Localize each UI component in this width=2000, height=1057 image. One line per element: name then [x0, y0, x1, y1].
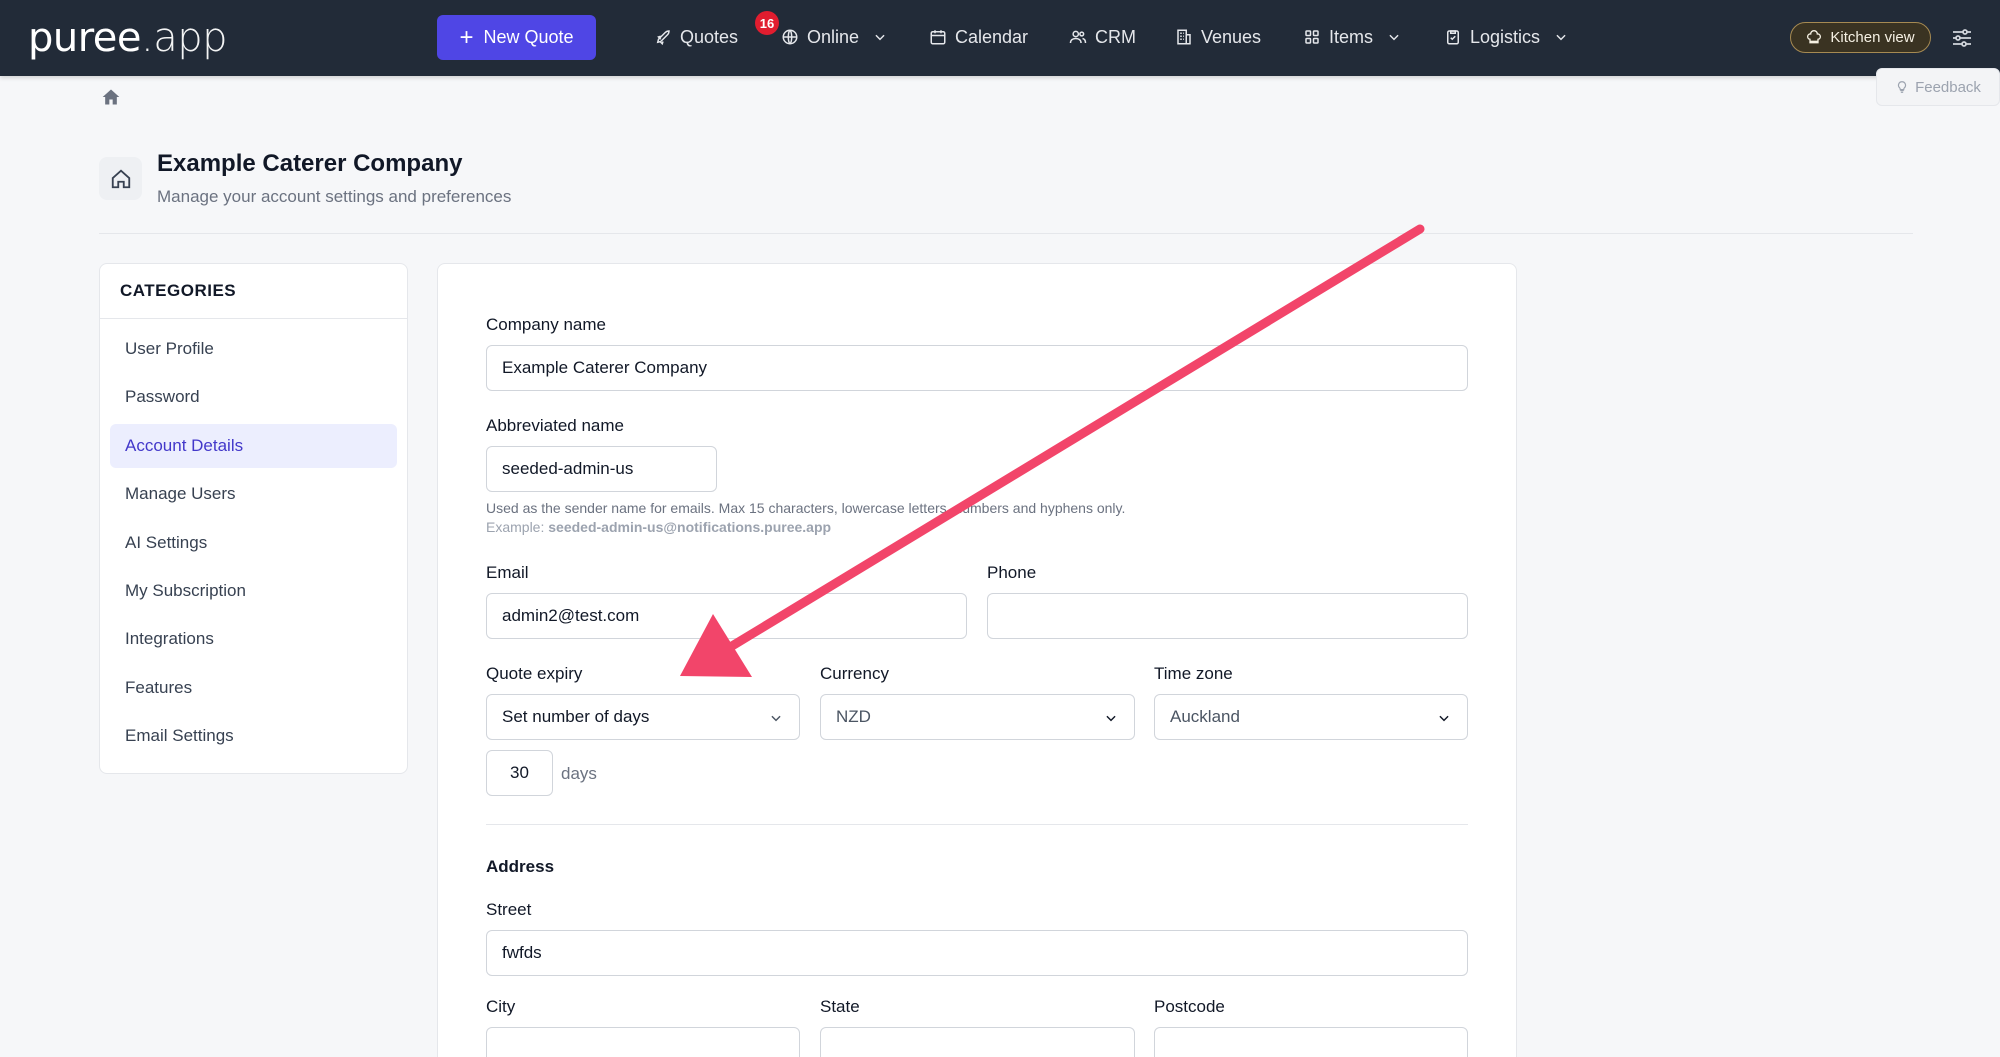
building-icon	[1177, 29, 1191, 45]
quote-expiry-select[interactable]: Set number of days	[486, 694, 800, 740]
page-icon	[99, 157, 142, 200]
phone-label: Phone	[987, 563, 1037, 582]
time-zone-select[interactable]: Auckland	[1154, 694, 1468, 740]
section-divider	[486, 824, 1468, 825]
feedback-button[interactable]: Feedback	[1876, 68, 2000, 106]
breadcrumb-home-icon[interactable]	[101, 87, 121, 107]
example-address: seeded-admin-us@notifications.puree.app	[548, 519, 832, 535]
sidebar-item-email-settings[interactable]: Email Settings	[110, 714, 397, 758]
abbreviated-name-input[interactable]: seeded-admin-us	[486, 446, 717, 492]
sidebar-item-manage-users[interactable]: Manage Users	[110, 472, 397, 516]
abbreviated-name-label: Abbreviated name	[486, 416, 624, 435]
logo-suffix: .app	[141, 15, 228, 61]
currency-label: Currency	[820, 664, 889, 683]
nav-items[interactable]: Items	[1303, 22, 1401, 52]
nav-logistics-label: Logistics	[1470, 26, 1541, 47]
chevron-down-icon	[771, 715, 781, 722]
sidebar-item-ai-settings[interactable]: AI Settings	[110, 521, 397, 565]
sidebar-item-integrations[interactable]: Integrations	[110, 617, 397, 661]
time-zone-value: Auckland	[1170, 707, 1240, 726]
rocket-icon	[656, 30, 670, 46]
days-unit-label: days	[561, 764, 597, 783]
nav-venues[interactable]: Venues	[1175, 22, 1261, 52]
clipboard-icon	[1447, 30, 1459, 45]
currency-select[interactable]: NZD	[820, 694, 1135, 740]
state-input[interactable]	[820, 1027, 1135, 1057]
sidebar-item-my-subscription[interactable]: My Subscription	[110, 569, 397, 613]
nav-venues-label: Venues	[1201, 26, 1262, 47]
chevron-down-icon	[1106, 715, 1116, 722]
city-label: City	[486, 997, 516, 1016]
phone-input[interactable]	[987, 593, 1468, 639]
city-input[interactable]	[486, 1027, 800, 1057]
page-title: Example Caterer Company	[157, 150, 463, 177]
nav-quotes[interactable]: Quotes	[654, 22, 738, 52]
postcode-label: Postcode	[1154, 997, 1225, 1016]
nav-online-label: Online	[807, 26, 860, 47]
quotes-count-badge: 16	[755, 11, 779, 35]
nav-items-label: Items	[1329, 26, 1374, 47]
account-details-card: Company name Example Caterer Company Abb…	[437, 263, 1517, 1057]
globe-icon	[782, 29, 798, 45]
company-name-label: Company name	[486, 315, 607, 334]
sliders-icon[interactable]	[1950, 26, 1974, 50]
sidebar-item-features[interactable]: Features	[110, 666, 397, 710]
nav-crm-label: CRM	[1095, 26, 1136, 47]
new-quote-label: New Quote	[483, 27, 574, 47]
feedback-label: Feedback	[1915, 78, 1981, 96]
chevron-down-icon	[1439, 715, 1449, 722]
company-name-input[interactable]: Example Caterer Company	[486, 345, 1468, 391]
chevron-down-icon	[875, 34, 885, 41]
email-input[interactable]: admin2@test.com	[486, 593, 967, 639]
expiry-days-input[interactable]: 30	[486, 750, 553, 796]
kitchen-view-button[interactable]: Kitchen view	[1790, 22, 1931, 53]
abbreviated-name-example: Example: seeded-admin-us@notifications.p…	[486, 519, 831, 535]
street-input[interactable]: fwfds	[486, 930, 1468, 976]
nav-calendar[interactable]: Calendar	[929, 22, 1028, 52]
home-icon	[111, 169, 130, 188]
postcode-input[interactable]	[1154, 1027, 1468, 1057]
chef-hat-icon	[1807, 29, 1822, 43]
currency-value: NZD	[836, 707, 871, 726]
kitchen-view-label: Kitchen view	[1830, 29, 1915, 46]
address-section-title: Address	[486, 857, 555, 876]
plus-icon: +	[459, 23, 474, 51]
calendar-icon	[930, 30, 946, 45]
email-label: Email	[486, 563, 529, 582]
users-icon	[1069, 30, 1087, 44]
nav-logistics[interactable]: Logistics	[1444, 22, 1568, 52]
logo-text: puree	[28, 15, 142, 61]
nav-calendar-label: Calendar	[955, 26, 1029, 47]
street-label: Street	[486, 900, 532, 919]
abbreviated-name-help: Used as the sender name for emails. Max …	[486, 500, 1126, 516]
nav-online[interactable]: Online	[781, 22, 887, 52]
example-prefix: Example:	[486, 519, 549, 535]
quote-expiry-label: Quote expiry	[486, 664, 583, 683]
page-subtitle: Manage your account settings and prefere…	[157, 187, 512, 206]
categories-sidebar: CATEGORIES User Profile Password Account…	[99, 263, 408, 774]
nav-crm[interactable]: CRM	[1069, 22, 1136, 52]
header-divider	[99, 233, 1913, 234]
lightbulb-icon	[1897, 81, 1907, 93]
chevron-down-icon	[1389, 34, 1399, 41]
new-quote-button[interactable]: + New Quote	[437, 15, 596, 60]
sidebar-title: CATEGORIES	[100, 264, 407, 319]
chevron-down-icon	[1556, 34, 1566, 41]
top-navbar: puree.app + New Quote Quotes 16 Online C…	[0, 0, 2000, 76]
grid-icon	[1305, 30, 1319, 44]
state-label: State	[820, 997, 860, 1016]
nav-quotes-label: Quotes	[680, 26, 739, 47]
sidebar-list: User Profile Password Account Details Ma…	[100, 319, 407, 771]
logo[interactable]: puree.app	[28, 15, 228, 61]
sidebar-item-user-profile[interactable]: User Profile	[110, 327, 397, 371]
quote-expiry-value: Set number of days	[502, 707, 650, 726]
sidebar-item-password[interactable]: Password	[110, 375, 397, 419]
sidebar-item-account-details[interactable]: Account Details	[110, 423, 397, 468]
time-zone-label: Time zone	[1154, 664, 1233, 683]
